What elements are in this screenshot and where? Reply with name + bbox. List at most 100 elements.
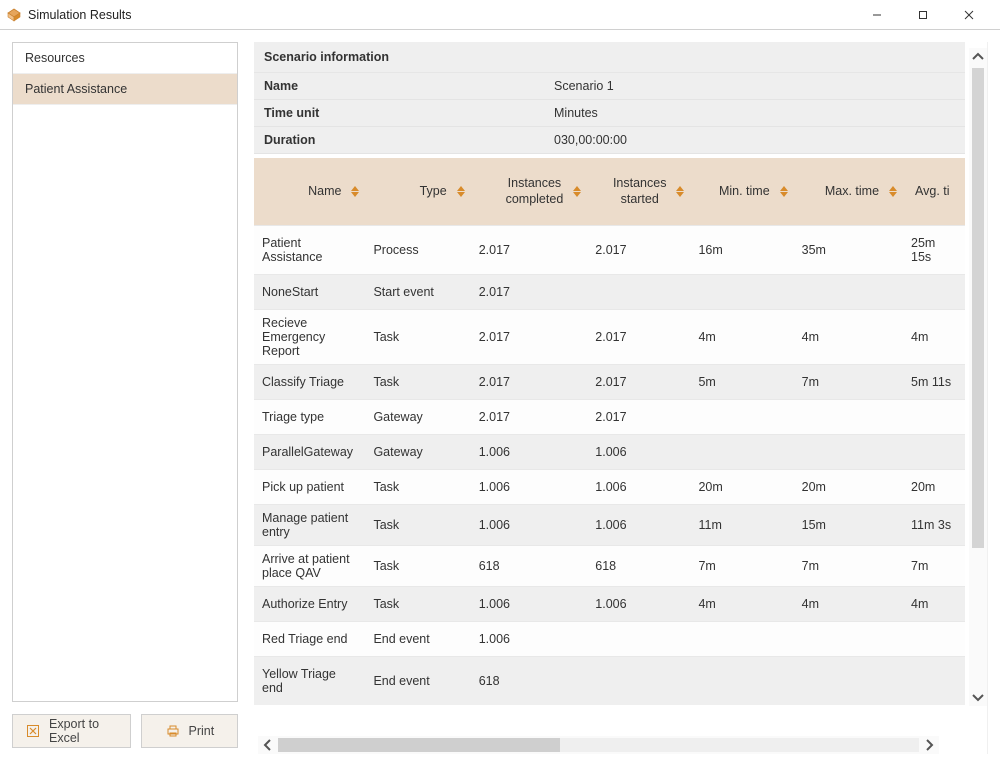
col-header-instances-started[interactable]: Instancesstarted	[587, 158, 690, 226]
sidebar-item-resources[interactable]: Resources	[13, 43, 237, 74]
scroll-track[interactable]	[278, 738, 919, 752]
cell-name: NoneStart	[254, 275, 365, 310]
col-label: Max. time	[825, 184, 879, 200]
cell-type: Task	[365, 546, 470, 587]
sort-icon[interactable]	[889, 186, 897, 197]
cell-type: Task	[365, 365, 470, 400]
cell-instances-started: 1.006	[587, 587, 690, 622]
scroll-thumb[interactable]	[972, 68, 984, 548]
window-controls	[854, 1, 992, 29]
cell-name: Authorize Entry	[254, 587, 365, 622]
table-row: NoneStartStart event2.017	[254, 275, 965, 310]
sort-icon[interactable]	[780, 186, 788, 197]
cell-min-time: 7m	[690, 546, 793, 587]
col-label: completed	[506, 192, 564, 206]
cell-avg-time: 5m 11s	[903, 365, 965, 400]
horizontal-scrollbar[interactable]	[258, 736, 939, 754]
cell-avg-time	[903, 622, 965, 657]
col-header-type[interactable]: Type	[365, 158, 470, 226]
close-button[interactable]	[946, 1, 992, 29]
cell-name: Arrive at patient place QAV	[254, 546, 365, 587]
cell-instances-started	[587, 657, 690, 706]
cell-instances-completed: 2.017	[471, 400, 588, 435]
cell-min-time: 11m	[690, 505, 793, 546]
app-icon	[6, 7, 22, 23]
cell-avg-time	[903, 657, 965, 706]
cell-min-time: 4m	[690, 587, 793, 622]
col-label: Avg. ti	[915, 184, 950, 198]
col-header-name[interactable]: Name	[254, 158, 365, 226]
scenario-value: 030,00:00:00	[554, 133, 627, 147]
sort-icon[interactable]	[457, 186, 465, 197]
export-to-excel-button[interactable]: Export to Excel	[12, 714, 131, 748]
cell-avg-time	[903, 275, 965, 310]
sort-icon[interactable]	[676, 186, 684, 197]
scroll-thumb[interactable]	[278, 738, 560, 752]
scroll-down-arrow-icon[interactable]	[969, 688, 987, 706]
col-header-max-time[interactable]: Max. time	[794, 158, 903, 226]
sidebar-item-patient-assistance[interactable]: Patient Assistance	[13, 74, 237, 105]
titlebar: Simulation Results	[0, 0, 1000, 30]
sort-icon[interactable]	[351, 186, 359, 197]
cell-instances-started: 1.006	[587, 435, 690, 470]
scroll-left-arrow-icon[interactable]	[258, 736, 278, 754]
maximize-button[interactable]	[900, 1, 946, 29]
cell-instances-completed: 618	[471, 546, 588, 587]
cell-avg-time: 20m	[903, 470, 965, 505]
cell-instances-started: 1.006	[587, 470, 690, 505]
cell-type: Gateway	[365, 435, 470, 470]
results-table-wrap: Name Type Instancescompleted Instan	[254, 158, 965, 754]
cell-min-time	[690, 622, 793, 657]
minimize-button[interactable]	[854, 1, 900, 29]
col-header-instances-completed[interactable]: Instances completed	[471, 158, 588, 226]
cell-type: End event	[365, 657, 470, 706]
cell-min-time	[690, 400, 793, 435]
cell-instances-started: 2.017	[587, 400, 690, 435]
cell-max-time: 7m	[794, 365, 903, 400]
sidebar-item-label: Resources	[25, 51, 85, 65]
table-row: Arrive at patient place QAVTask6186187m7…	[254, 546, 965, 587]
cell-type: End event	[365, 622, 470, 657]
cell-avg-time: 11m 3s	[903, 505, 965, 546]
col-label: Instances	[508, 176, 562, 190]
cell-max-time: 35m	[794, 226, 903, 275]
cell-instances-completed: 1.006	[471, 505, 588, 546]
content-panel: Scenario information Name Scenario 1 Tim…	[254, 42, 988, 754]
cell-max-time	[794, 657, 903, 706]
print-icon	[165, 723, 181, 739]
scenario-value: Minutes	[554, 106, 598, 120]
scenario-row-duration: Duration 030,00:00:00	[254, 127, 965, 154]
scenario-row-timeunit: Time unit Minutes	[254, 100, 965, 127]
cell-name: Classify Triage	[254, 365, 365, 400]
scenario-info-body: Name Scenario 1 Time unit Minutes Durati…	[254, 72, 965, 154]
cell-max-time	[794, 622, 903, 657]
scenario-label: Name	[264, 79, 554, 93]
col-header-avg-time[interactable]: Avg. ti	[903, 158, 965, 226]
table-header-row: Name Type Instancescompleted Instan	[254, 158, 965, 226]
cell-type: Process	[365, 226, 470, 275]
cell-type: Task	[365, 505, 470, 546]
scroll-right-arrow-icon[interactable]	[919, 736, 939, 754]
scroll-up-arrow-icon[interactable]	[969, 48, 987, 66]
vertical-scrollbar[interactable]	[969, 48, 987, 706]
table-row: Yellow Triage endEnd event618	[254, 657, 965, 706]
table-body: Patient AssistanceProcess2.0172.01716m35…	[254, 226, 965, 706]
bottom-buttons: Export to Excel Print	[12, 714, 238, 748]
cell-instances-completed: 2.017	[471, 365, 588, 400]
table-row: Patient AssistanceProcess2.0172.01716m35…	[254, 226, 965, 275]
cell-instances-completed: 1.006	[471, 435, 588, 470]
cell-name: Pick up patient	[254, 470, 365, 505]
cell-max-time	[794, 275, 903, 310]
cell-name: Manage patient entry	[254, 505, 365, 546]
print-button[interactable]: Print	[141, 714, 238, 748]
cell-max-time	[794, 435, 903, 470]
cell-max-time	[794, 400, 903, 435]
cell-instances-started: 2.017	[587, 310, 690, 365]
cell-type: Gateway	[365, 400, 470, 435]
col-label: Min. time	[719, 184, 770, 200]
col-header-min-time[interactable]: Min. time	[690, 158, 793, 226]
cell-instances-started: 1.006	[587, 505, 690, 546]
sort-icon[interactable]	[573, 186, 581, 197]
table-row: Manage patient entryTask1.0061.00611m15m…	[254, 505, 965, 546]
cell-avg-time: 25m 15s	[903, 226, 965, 275]
